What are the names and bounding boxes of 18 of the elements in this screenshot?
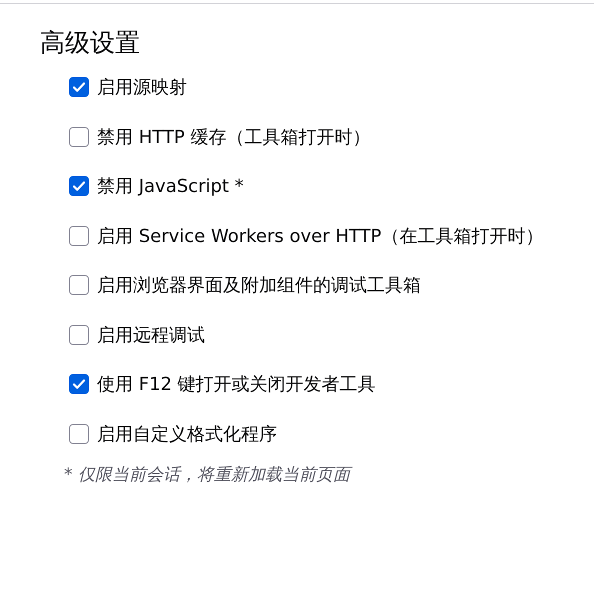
checkbox[interactable] [69,374,89,394]
option-label[interactable]: 启用源映射 [97,75,187,99]
option-label[interactable]: 启用浏览器界面及附加组件的调试工具箱 [97,273,421,297]
section-title: 高级设置 [40,27,141,59]
checkbox[interactable] [69,324,89,344]
option-label[interactable]: 使用 F12 键打开或关闭开发者工具 [97,372,376,396]
option-label[interactable]: 禁用 HTTP 缓存（工具箱打开时） [97,124,371,148]
option-label[interactable]: 启用 Service Workers over HTTP（在工具箱打开时） [97,224,544,248]
checkbox[interactable] [69,176,89,196]
option-label[interactable]: 启用远程调试 [97,322,205,346]
checkbox[interactable] [69,226,89,246]
checkbox[interactable] [69,424,89,444]
footnote: * 仅限当前会话，将重新加载当前页面 [64,462,594,486]
checkbox[interactable] [69,126,89,146]
option-label[interactable]: 启用自定义格式化程序 [97,422,277,446]
checkbox[interactable] [69,77,89,97]
checkbox[interactable] [69,275,89,295]
option-label[interactable]: 禁用 JavaScript * [97,174,244,198]
